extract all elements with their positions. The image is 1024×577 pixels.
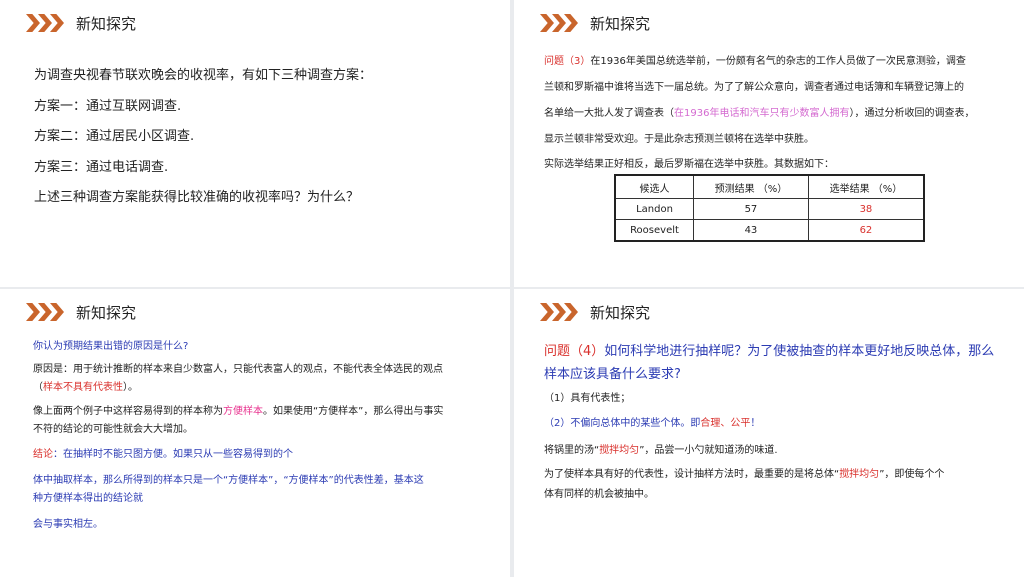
- intro-text: 为调查央视春节联欢晚会的收视率，有如下三种调查方案：: [34, 68, 373, 83]
- question-text: 上述三种调查方案能获得比较准确的收视率吗？为什么？: [34, 190, 360, 205]
- conclusion-line: 结论：在抽样时不能只图方便。如果只从一些容易得到的个: [33, 445, 293, 460]
- conclusion-line: 种方便样本得出的结论就: [33, 493, 143, 504]
- requirement-1: （1）具有代表性；: [544, 393, 631, 404]
- paragraph-line: 兰顿和罗斯福中谁将当选下一届总统。为了了解公众意向，调查者通过电话簿和车辆登记簿…: [544, 82, 964, 93]
- slide-header: 新知探究: [26, 301, 136, 323]
- table-cell: 38: [807, 198, 925, 220]
- table-row: Roosevelt 43 62: [614, 219, 925, 242]
- plan-2: 方案二：通过居民小区调查.: [34, 129, 195, 144]
- table-header-cell: 选举结果 （%）: [807, 174, 925, 199]
- slide-title: 新知探究: [590, 303, 651, 322]
- conclusion-text: ：在抽样时不能只图方便。如果只从一些容易得到的个: [53, 449, 293, 460]
- paragraph-line: 名单给一大批人发了调查表（在1936年电话和汽车只有少数富人拥有），通过分析收回…: [544, 104, 974, 119]
- table-header-cell: 候选人: [614, 174, 695, 199]
- concept-line: 不符的结论的可能性就会大大增加。: [33, 424, 193, 435]
- highlight-text: 搅拌均匀: [599, 445, 640, 456]
- slide-4[interactable]: 新知探究 问题（4）如何科学地进行抽样呢？为了使被抽查的样本更好地反映总体，那么…: [514, 289, 1024, 577]
- slide-title: 新知探究: [76, 14, 137, 33]
- paragraph-text: ！: [750, 418, 761, 429]
- double-chevron-icon: [26, 303, 64, 321]
- slide-3[interactable]: 新知探究 你认为预期结果出错的原因是什么? 原因是：用于统计推断的样本来自少数富…: [0, 289, 510, 577]
- conclusion-line: 会与事实相左。: [33, 519, 103, 530]
- slide-header: 新知探究: [540, 301, 650, 323]
- table-header-row: 候选人 预测结果 （%） 选举结果 （%）: [614, 174, 925, 199]
- paragraph-text: ”，品尝一小勺就知道汤的味道.: [639, 445, 778, 456]
- conclusion-label: 结论: [33, 449, 53, 460]
- paragraph-line: 显示兰顿非常受欢迎。于是此杂志预测兰顿将在选举中获胜。: [544, 134, 814, 145]
- double-chevron-icon: [26, 14, 64, 32]
- question-text: 你认为预期结果出错的原因是什么?: [33, 341, 189, 352]
- table-cell: 43: [693, 219, 809, 242]
- slide-title: 新知探究: [590, 14, 651, 33]
- paragraph-text: 为了使样本具有好的代表性，设计抽样方法时，最重要的是将总体“: [544, 469, 840, 480]
- highlight-text: 合理、公平: [700, 418, 751, 429]
- slide-title: 新知探究: [76, 303, 137, 322]
- requirement-2: （2）不偏向总体中的某些个体。即合理、公平！: [544, 414, 760, 429]
- paragraph-line: 实际选举结果正好相反，最后罗斯福在选举中获胜。其数据如下：: [544, 159, 834, 170]
- question-line: 样本应该具备什么要求?: [544, 367, 681, 382]
- highlight-text: 搅拌均匀: [839, 469, 880, 480]
- double-chevron-icon: [540, 14, 578, 32]
- plan-3: 方案三：通过电话调查.: [34, 160, 169, 175]
- slide-header: 新知探究: [26, 12, 136, 34]
- highlight-text: 方便样本: [223, 406, 263, 417]
- paragraph-text: （: [33, 382, 43, 393]
- table-cell: Landon: [614, 198, 695, 220]
- conclusion-line: 体中抽取样本，那么所得到的样本只是一个“方便样本”，“方便样本”的代表性差，基本…: [33, 475, 424, 486]
- plan-1: 方案一：通过互联网调查.: [34, 99, 182, 114]
- concept-line: 像上面两个例子中这样容易得到的样本称为方便样本。如果使用“方便样本”，那么得出与…: [33, 402, 443, 417]
- table-cell: Roosevelt: [614, 219, 695, 242]
- paragraph-text: 。如果使用“方便样本”，那么得出与事实: [263, 406, 444, 417]
- question-text: 如何科学地进行抽样呢？为了使被抽查的样本更好地反映总体，那么: [604, 344, 995, 359]
- method-line: 为了使样本具有好的代表性，设计抽样方法时，最重要的是将总体“搅拌均匀”，即使每个…: [544, 465, 944, 480]
- reason-line: （样本不具有代表性）。: [33, 378, 138, 393]
- results-table: 候选人 预测结果 （%） 选举结果 （%） Landon 57 38 Roose…: [614, 174, 925, 242]
- question-label: 问题（4）: [544, 344, 605, 359]
- highlight-text: 样本不具有代表性: [43, 382, 123, 393]
- slide-2[interactable]: 新知探究 问题（3）在1936年美国总统选举前，一份颇有名气的杂志的工作人员做了…: [514, 0, 1024, 287]
- method-line: 体有同样的机会被抽中。: [544, 489, 654, 500]
- table-cell: 62: [807, 219, 925, 242]
- highlight-note: 在1936年电话和汽车只有少数富人拥有: [674, 108, 850, 119]
- paragraph-line: 问题（3）在1936年美国总统选举前，一份颇有名气的杂志的工作人员做了一次民意测…: [544, 52, 966, 67]
- reason-line: 原因是：用于统计推断的样本来自少数富人，只能代表富人的观点，不能代表全体选民的观…: [33, 364, 443, 375]
- question-line: 问题（4）如何科学地进行抽样呢？为了使被抽查的样本更好地反映总体，那么: [544, 340, 994, 359]
- slide-header: 新知探究: [540, 12, 650, 34]
- paragraph-text: ”，即使每个个: [879, 469, 945, 480]
- double-chevron-icon: [540, 303, 578, 321]
- paragraph-text: ）。: [123, 382, 138, 393]
- table-header-cell: 预测结果 （%）: [693, 174, 809, 199]
- paragraph-text: 像上面两个例子中这样容易得到的样本称为: [33, 406, 223, 417]
- question-label: 问题（3）: [544, 56, 591, 67]
- table-cell: 57: [693, 198, 809, 220]
- paragraph-text: （2）不偏向总体中的某些个体。即: [544, 418, 701, 429]
- table-row: Landon 57 38: [614, 198, 925, 220]
- paragraph-text: 在1936年美国总统选举前，一份颇有名气的杂志的工作人员做了一次民意测验，调查: [590, 56, 966, 67]
- paragraph-text: 将锅里的汤“: [544, 445, 600, 456]
- paragraph-text: 名单给一大批人发了调查表（: [544, 108, 674, 119]
- analogy-line: 将锅里的汤“搅拌均匀”，品尝一小勺就知道汤的味道.: [544, 441, 778, 456]
- slide-1[interactable]: 新知探究 为调查央视春节联欢晚会的收视率，有如下三种调查方案： 方案一：通过互联…: [0, 0, 510, 287]
- paragraph-text: ），通过分析收回的调查表，: [849, 108, 975, 119]
